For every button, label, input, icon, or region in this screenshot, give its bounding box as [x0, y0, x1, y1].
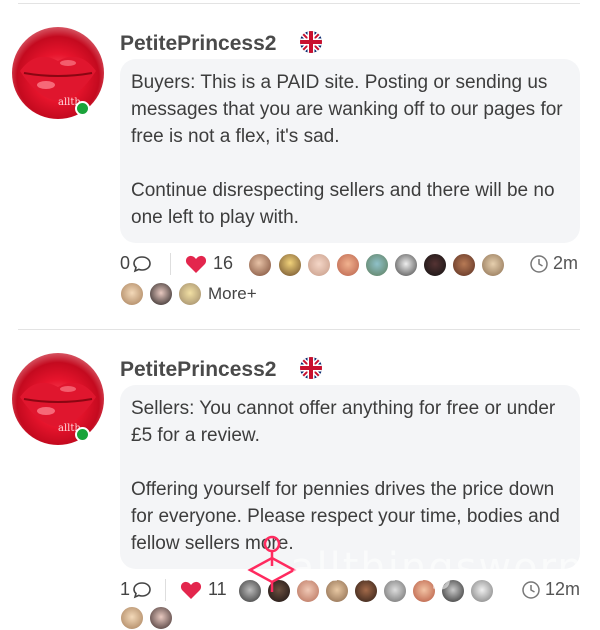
avatar[interactable]: allth — [12, 27, 104, 119]
comment-button[interactable]: 0 — [120, 253, 152, 274]
post-body: Buyers: This is a PAID site. Posting or … — [120, 59, 580, 243]
post-paragraph: Sellers: You cannot offer anything for f… — [131, 398, 556, 446]
liker-avatar[interactable] — [120, 606, 144, 630]
username[interactable]: PetitePrincess2 — [120, 358, 276, 382]
liker-avatar[interactable] — [423, 253, 447, 277]
liker-avatar[interactable] — [365, 253, 389, 277]
liker-avatar[interactable] — [120, 282, 144, 306]
post-body: Sellers: You cannot offer anything for f… — [120, 385, 580, 569]
liker-avatar[interactable] — [278, 253, 302, 277]
liker-avatar[interactable] — [336, 253, 360, 277]
comment-button[interactable]: 1 — [120, 579, 152, 600]
more-likers-link[interactable]: More+ — [208, 284, 257, 304]
heart-icon — [185, 255, 207, 273]
like-button[interactable]: 11 — [180, 579, 227, 600]
liker-avatar[interactable] — [149, 606, 173, 630]
like-count: 16 — [213, 253, 234, 273]
username[interactable]: PetitePrincess2 — [120, 32, 276, 56]
post-paragraph: Buyers: This is a PAID site. Posting or … — [131, 72, 563, 147]
online-status-dot — [75, 427, 90, 442]
like-count: 11 — [208, 579, 227, 599]
uk-flag-icon — [300, 357, 322, 379]
comment-count: 1 — [120, 579, 131, 599]
post-divider — [18, 329, 580, 330]
liker-avatar[interactable] — [452, 253, 476, 277]
stat-separator — [170, 253, 171, 275]
speech-bubble-icon — [133, 255, 151, 272]
liker-avatar[interactable] — [248, 253, 272, 277]
liker-avatar[interactable] — [178, 282, 202, 306]
avatar[interactable]: allth — [12, 353, 104, 445]
time-label: 2m — [553, 253, 579, 273]
heart-icon — [180, 581, 202, 599]
liker-avatar[interactable] — [481, 253, 505, 277]
top-divider — [18, 3, 580, 4]
watermark-text: allthingsworn — [290, 545, 585, 591]
post-time: 2m — [529, 253, 578, 274]
liker-avatar[interactable] — [394, 253, 418, 277]
post-paragraph: Continue disrespecting sellers and there… — [131, 180, 555, 228]
like-button[interactable]: 16 — [185, 253, 233, 274]
stat-separator — [165, 579, 166, 601]
uk-flag-icon — [300, 31, 322, 53]
speech-bubble-icon — [133, 581, 151, 598]
clock-icon — [530, 254, 548, 273]
online-status-dot — [75, 101, 90, 116]
liker-avatar[interactable] — [307, 253, 331, 277]
comment-count: 0 — [120, 253, 131, 273]
liker-avatar[interactable] — [149, 282, 173, 306]
